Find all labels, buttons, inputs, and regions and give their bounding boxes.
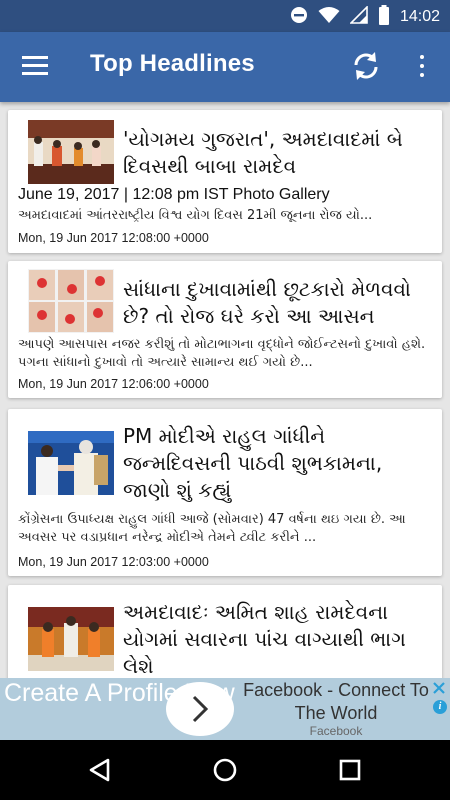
status-bar: 14:02 bbox=[0, 0, 450, 32]
headline-list[interactable]: 'યોગમય ગુજરાત', અમદાવાદમાં બે દિવસથી બાબ… bbox=[0, 102, 450, 678]
wifi-icon bbox=[318, 6, 340, 28]
battery-icon bbox=[378, 5, 390, 29]
ad-close-icon[interactable] bbox=[432, 680, 446, 694]
article-card[interactable]: PM મોદીએ રાહુલ ગાંધીને જન્મદિવસની પાઠવી … bbox=[8, 409, 442, 576]
article-date: Mon, 19 Jun 2017 12:08:00 +0000 bbox=[18, 231, 209, 245]
do-not-disturb-icon bbox=[290, 6, 308, 28]
recents-icon[interactable] bbox=[334, 754, 366, 786]
article-title: PM મોદીએ રાહુલ ગાંધીને જન્મદિવસની પાઠવી … bbox=[123, 424, 383, 502]
article-description: આપણે આસપાસ નજર કરીશું તો મોટાભાગના વૃદ્ધ… bbox=[18, 337, 426, 370]
article-title: અમદાવાદઃ અમિત શાહ રામદેવના યોગમાં સવારના… bbox=[123, 600, 406, 678]
article-thumbnail bbox=[28, 607, 114, 671]
home-icon[interactable] bbox=[209, 754, 241, 786]
ad-info-icon[interactable]: i bbox=[433, 700, 447, 714]
ad-title: Facebook - Connect To The World bbox=[243, 680, 429, 723]
article-title: સાંધાના દુખાવામાંથી છૂટકારો મેળવવો છે? ત… bbox=[123, 277, 411, 328]
ad-arrow-icon[interactable] bbox=[166, 682, 234, 736]
article-card[interactable]: સાંધાના દુખાવામાંથી છૂટકારો મેળવવો છે? ત… bbox=[8, 261, 442, 398]
article-thumbnail bbox=[28, 269, 114, 333]
article-thumbnail bbox=[28, 120, 114, 184]
article-description: કોંગ્રેસના ઉપાધ્યક્ષ રાહુલ ગાંધી આજે (સો… bbox=[18, 512, 406, 545]
more-vert-icon[interactable] bbox=[410, 50, 434, 84]
article-title: 'યોગમય ગુજરાત', અમદાવાદમાં બે દિવસથી બાબ… bbox=[123, 127, 403, 178]
signal-icon bbox=[349, 5, 368, 28]
article-date: Mon, 19 Jun 2017 12:06:00 +0000 bbox=[18, 377, 209, 391]
hamburger-menu-icon[interactable] bbox=[14, 50, 56, 84]
app-bar: Top Headlines bbox=[0, 32, 450, 102]
article-thumbnail bbox=[28, 431, 114, 495]
ad-banner[interactable]: Create A Profile Now Facebook - Connect … bbox=[0, 678, 450, 740]
status-time: 14:02 bbox=[399, 8, 440, 25]
article-meta: June 19, 2017 | 12:08 pm IST Photo Galle… bbox=[18, 186, 330, 203]
ad-source: Facebook bbox=[309, 724, 363, 738]
back-icon[interactable] bbox=[84, 754, 116, 786]
article-card[interactable]: 'યોગમય ગુજરાત', અમદાવાદમાં બે દિવસથી બાબ… bbox=[8, 110, 442, 253]
refresh-icon[interactable] bbox=[348, 48, 384, 84]
article-card[interactable]: અમદાવાદઃ અમિત શાહ રામદેવના યોગમાં સવારના… bbox=[8, 585, 442, 678]
page-title: Top Headlines bbox=[90, 50, 255, 77]
system-navigation-bar bbox=[0, 740, 450, 800]
article-date: Mon, 19 Jun 2017 12:03:00 +0000 bbox=[18, 555, 209, 569]
status-icons: 14:02 bbox=[290, 5, 440, 29]
article-description: અમદાવાદમાં આંતરરાષ્ટ્રીય વિશ્વ યોગ દિવસ … bbox=[18, 208, 373, 223]
